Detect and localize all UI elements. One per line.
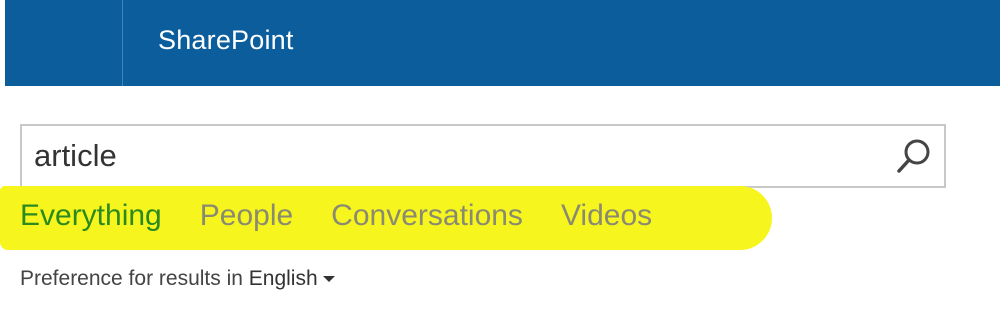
tab-people[interactable]: People xyxy=(200,199,293,233)
search-verticals: Everything People Conversations Videos xyxy=(20,199,690,233)
tab-videos[interactable]: Videos xyxy=(561,199,652,233)
brand-title[interactable]: SharePoint xyxy=(158,25,294,56)
language-preference: Preference for results in English xyxy=(20,267,335,291)
search-input[interactable] xyxy=(34,134,874,178)
chevron-down-icon xyxy=(322,276,335,283)
preference-label: Preference for results in xyxy=(20,267,243,290)
language-dropdown[interactable]: English xyxy=(249,267,335,290)
app-launcher-area[interactable] xyxy=(5,0,123,86)
suite-bar: SharePoint xyxy=(5,0,1000,86)
tab-conversations[interactable]: Conversations xyxy=(331,199,523,233)
search-box xyxy=(20,124,946,188)
tab-everything[interactable]: Everything xyxy=(20,199,162,233)
search-icon xyxy=(897,139,930,173)
language-value: English xyxy=(248,267,318,290)
search-button[interactable] xyxy=(892,134,936,178)
